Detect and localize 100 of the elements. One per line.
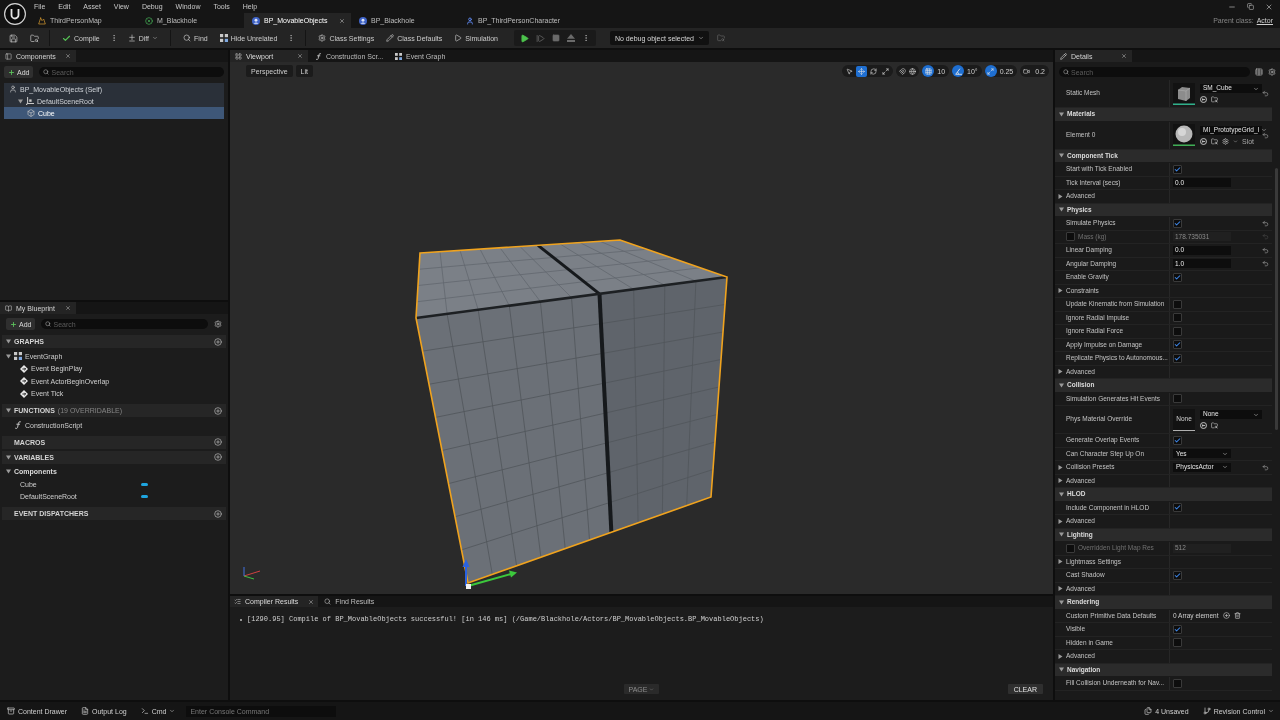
expand-arrow-icon[interactable]	[1059, 207, 1064, 213]
expand-arrow-icon[interactable]	[1058, 518, 1063, 524]
person-badge-icon	[359, 16, 367, 25]
checkbox[interactable]	[1173, 272, 1182, 282]
close-icon[interactable]	[339, 17, 345, 24]
checkbox[interactable]	[1173, 394, 1182, 404]
caret-icon	[1253, 411, 1259, 418]
expand-arrow-icon[interactable]	[18, 98, 23, 104]
expand-arrow-icon[interactable]	[1058, 653, 1063, 659]
expand-arrow-icon[interactable]	[1058, 369, 1063, 375]
scale-tool-icon[interactable]	[880, 65, 892, 77]
node-graph-icon	[395, 52, 402, 60]
expand-arrow-icon[interactable]	[1058, 586, 1063, 592]
search-icon	[43, 69, 50, 75]
expand-arrow-icon[interactable]	[6, 454, 11, 460]
add-icon[interactable]	[214, 337, 222, 346]
reset-icon[interactable]	[1261, 90, 1269, 97]
expand-arrow-icon[interactable]	[6, 469, 11, 475]
restore-icon[interactable]	[1247, 3, 1254, 10]
branch-icon	[1202, 707, 1211, 715]
caret-icon	[1261, 127, 1268, 133]
close-icon[interactable]	[65, 53, 71, 59]
checkbox[interactable]	[1173, 313, 1182, 323]
arrow-circle-icon[interactable]	[1200, 422, 1207, 429]
expand-arrow-icon[interactable]	[6, 353, 11, 359]
checkbox[interactable]	[1173, 164, 1182, 174]
rotate-tool-icon[interactable]	[868, 65, 880, 77]
close-icon[interactable]	[1265, 2, 1273, 11]
checkbox[interactable]	[1173, 340, 1182, 350]
arrow-circle-icon[interactable]	[1200, 137, 1207, 145]
expand-arrow-icon[interactable]	[1059, 532, 1064, 538]
archive-icon	[7, 707, 15, 715]
expand-arrow-icon[interactable]	[1059, 382, 1064, 388]
checkbox[interactable]	[1173, 326, 1182, 336]
caret-icon	[697, 35, 704, 41]
add-icon[interactable]	[214, 509, 222, 518]
settings-icon	[318, 34, 327, 42]
expand-arrow-icon[interactable]	[6, 339, 11, 344]
close-icon[interactable]	[65, 305, 71, 311]
arrow-circle-icon[interactable]	[1200, 96, 1207, 103]
close-icon[interactable]	[1121, 53, 1127, 59]
checkbox[interactable]	[1173, 624, 1182, 634]
files-icon	[1144, 707, 1153, 715]
expand-arrow-icon[interactable]	[1058, 288, 1063, 294]
move-gizmo	[462, 559, 517, 589]
add-icon[interactable]	[214, 438, 222, 446]
expand-arrow-icon[interactable]	[1059, 599, 1064, 605]
checkbox[interactable]	[1173, 678, 1182, 688]
diff-icon	[127, 34, 136, 42]
expand-arrow-icon[interactable]	[1059, 153, 1064, 159]
checklist-icon	[234, 598, 241, 605]
save-icon[interactable]	[9, 33, 18, 43]
node-graph-icon	[219, 34, 228, 42]
expand-arrow-icon[interactable]	[1059, 111, 1064, 117]
checkbox[interactable]	[1066, 543, 1075, 553]
browse-icon[interactable]	[30, 33, 39, 43]
expand-arrow-icon[interactable]	[1058, 193, 1063, 199]
globe-icon[interactable]	[909, 67, 917, 75]
checkbox[interactable]	[1173, 638, 1182, 648]
expand-arrow-icon[interactable]	[1058, 464, 1063, 470]
search-icon	[183, 34, 192, 42]
close-icon[interactable]	[308, 598, 315, 605]
checkbox[interactable]	[1173, 503, 1182, 513]
checkbox[interactable]	[1173, 435, 1182, 445]
plus-icon	[8, 68, 15, 76]
expand-arrow-icon[interactable]	[1059, 491, 1064, 497]
terminal-icon	[140, 707, 149, 715]
add-icon[interactable]	[214, 453, 222, 461]
person-icon	[9, 85, 17, 93]
book-icon	[5, 304, 12, 312]
expand-arrow-icon[interactable]	[1059, 667, 1064, 673]
settings-icon[interactable]	[214, 320, 222, 328]
checkbox[interactable]	[1173, 353, 1182, 363]
axes-icon	[26, 97, 34, 105]
checkmark-icon	[1174, 273, 1181, 281]
close-icon[interactable]	[297, 53, 303, 59]
reset-icon[interactable]	[1261, 131, 1269, 139]
cube-thumbnail	[1173, 82, 1195, 105]
expand-arrow-icon[interactable]	[6, 408, 11, 413]
add-icon[interactable]	[214, 406, 222, 415]
reset-icon[interactable]	[1261, 260, 1269, 268]
table-icon[interactable]	[1255, 68, 1263, 76]
checkmark-icon	[62, 33, 71, 43]
gear-icon[interactable]	[1222, 137, 1229, 145]
checkbox[interactable]	[1173, 218, 1182, 228]
reset-icon[interactable]	[1261, 246, 1269, 254]
reset-icon[interactable]	[1261, 463, 1269, 471]
trash-icon[interactable]	[1233, 612, 1241, 620]
add-element-icon[interactable]	[1222, 612, 1230, 620]
magnet-icon[interactable]	[899, 67, 907, 75]
settings-icon[interactable]	[1268, 68, 1276, 76]
expand-arrow-icon[interactable]	[1058, 478, 1063, 484]
logo-icon[interactable]	[4, 3, 26, 25]
checkbox[interactable]	[1173, 299, 1182, 309]
expand-arrow-icon[interactable]	[1058, 559, 1063, 565]
checkbox[interactable]	[1066, 232, 1075, 242]
reset-icon[interactable]	[1261, 219, 1269, 227]
move-tool-icon[interactable]	[856, 65, 868, 77]
checkbox[interactable]	[1173, 570, 1182, 580]
play-icon[interactable]	[519, 33, 529, 43]
